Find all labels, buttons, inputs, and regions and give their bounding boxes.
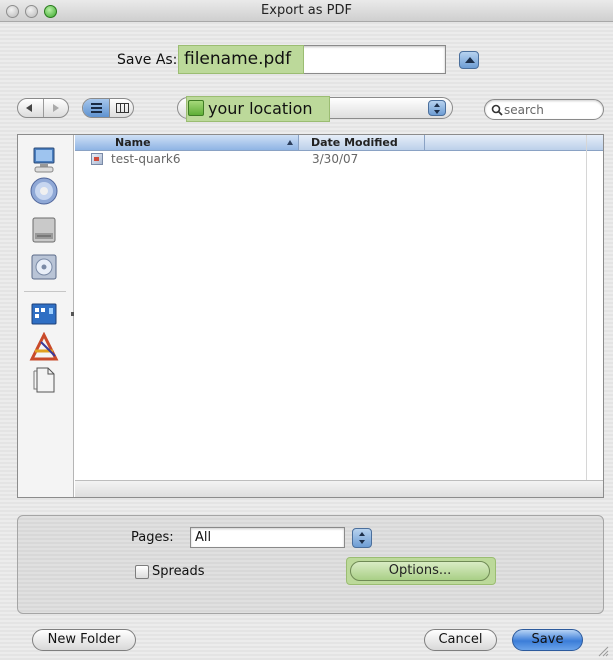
file-date-modified: 3/30/07 bbox=[312, 152, 359, 166]
pages-label: Pages: bbox=[131, 530, 174, 545]
title-bar: Export as PDF bbox=[0, 0, 613, 22]
column-view-icon[interactable] bbox=[110, 99, 133, 117]
sort-ascending-icon bbox=[287, 140, 293, 145]
spreads-checkbox[interactable] bbox=[135, 565, 149, 579]
column-header: Name Date Modified bbox=[75, 135, 603, 151]
applications-icon[interactable] bbox=[29, 332, 59, 362]
save-as-label: Save As: bbox=[117, 52, 178, 68]
search-input[interactable] bbox=[504, 101, 596, 118]
browser-column-edge bbox=[586, 135, 587, 480]
save-button[interactable]: Save bbox=[512, 629, 583, 651]
desktop-icon[interactable] bbox=[29, 300, 59, 330]
name-column-header[interactable]: Name bbox=[75, 135, 299, 150]
location-popup-arrows-icon[interactable] bbox=[428, 100, 446, 116]
cancel-button[interactable]: Cancel bbox=[424, 629, 497, 651]
resize-grip-icon[interactable] bbox=[597, 645, 609, 657]
search-icon bbox=[491, 104, 503, 116]
computer-icon[interactable] bbox=[29, 145, 59, 175]
collapse-browser-button[interactable] bbox=[459, 51, 479, 69]
date-modified-column-label[interactable]: Date Modified bbox=[311, 136, 398, 149]
sidebar-divider bbox=[24, 291, 66, 292]
list-item[interactable]: test-quark6 3/30/07 bbox=[75, 151, 603, 168]
sidebar-resize-handle[interactable] bbox=[71, 312, 74, 316]
forward-arrow-icon[interactable] bbox=[44, 99, 69, 117]
network-icon[interactable] bbox=[29, 176, 59, 206]
column-divider bbox=[424, 135, 425, 150]
pages-popup-arrows-icon[interactable] bbox=[352, 528, 372, 548]
spreads-label[interactable]: Spreads bbox=[152, 564, 205, 579]
file-name: test-quark6 bbox=[111, 152, 181, 166]
view-mode-control bbox=[82, 98, 134, 118]
document-file-icon bbox=[91, 153, 103, 165]
location-label[interactable]: your location bbox=[208, 99, 313, 118]
name-column-label: Name bbox=[115, 136, 151, 149]
file-browser: Name Date Modified test-quark6 3/30/07 bbox=[17, 134, 604, 498]
folder-icon bbox=[188, 100, 204, 116]
save-as-filename[interactable]: filename.pdf bbox=[178, 45, 304, 74]
horizontal-scrollbar[interactable] bbox=[75, 480, 603, 497]
sidebar bbox=[18, 135, 74, 497]
export-pdf-dialog: Export as PDF Save As: filename.pdf your… bbox=[0, 0, 613, 660]
new-folder-button[interactable]: New Folder bbox=[32, 629, 136, 651]
disk-icon[interactable] bbox=[29, 252, 59, 282]
back-arrow-icon[interactable] bbox=[18, 99, 43, 117]
back-forward-control bbox=[17, 98, 69, 118]
options-button[interactable]: Options... bbox=[350, 561, 490, 581]
documents-icon[interactable] bbox=[29, 365, 59, 395]
list-view-icon[interactable] bbox=[83, 99, 109, 117]
window-title: Export as PDF bbox=[261, 3, 352, 18]
pages-field[interactable]: All bbox=[190, 527, 345, 548]
search-field[interactable] bbox=[484, 99, 604, 120]
file-list: Name Date Modified test-quark6 3/30/07 bbox=[75, 135, 603, 497]
hard-drive-icon[interactable] bbox=[29, 215, 59, 245]
